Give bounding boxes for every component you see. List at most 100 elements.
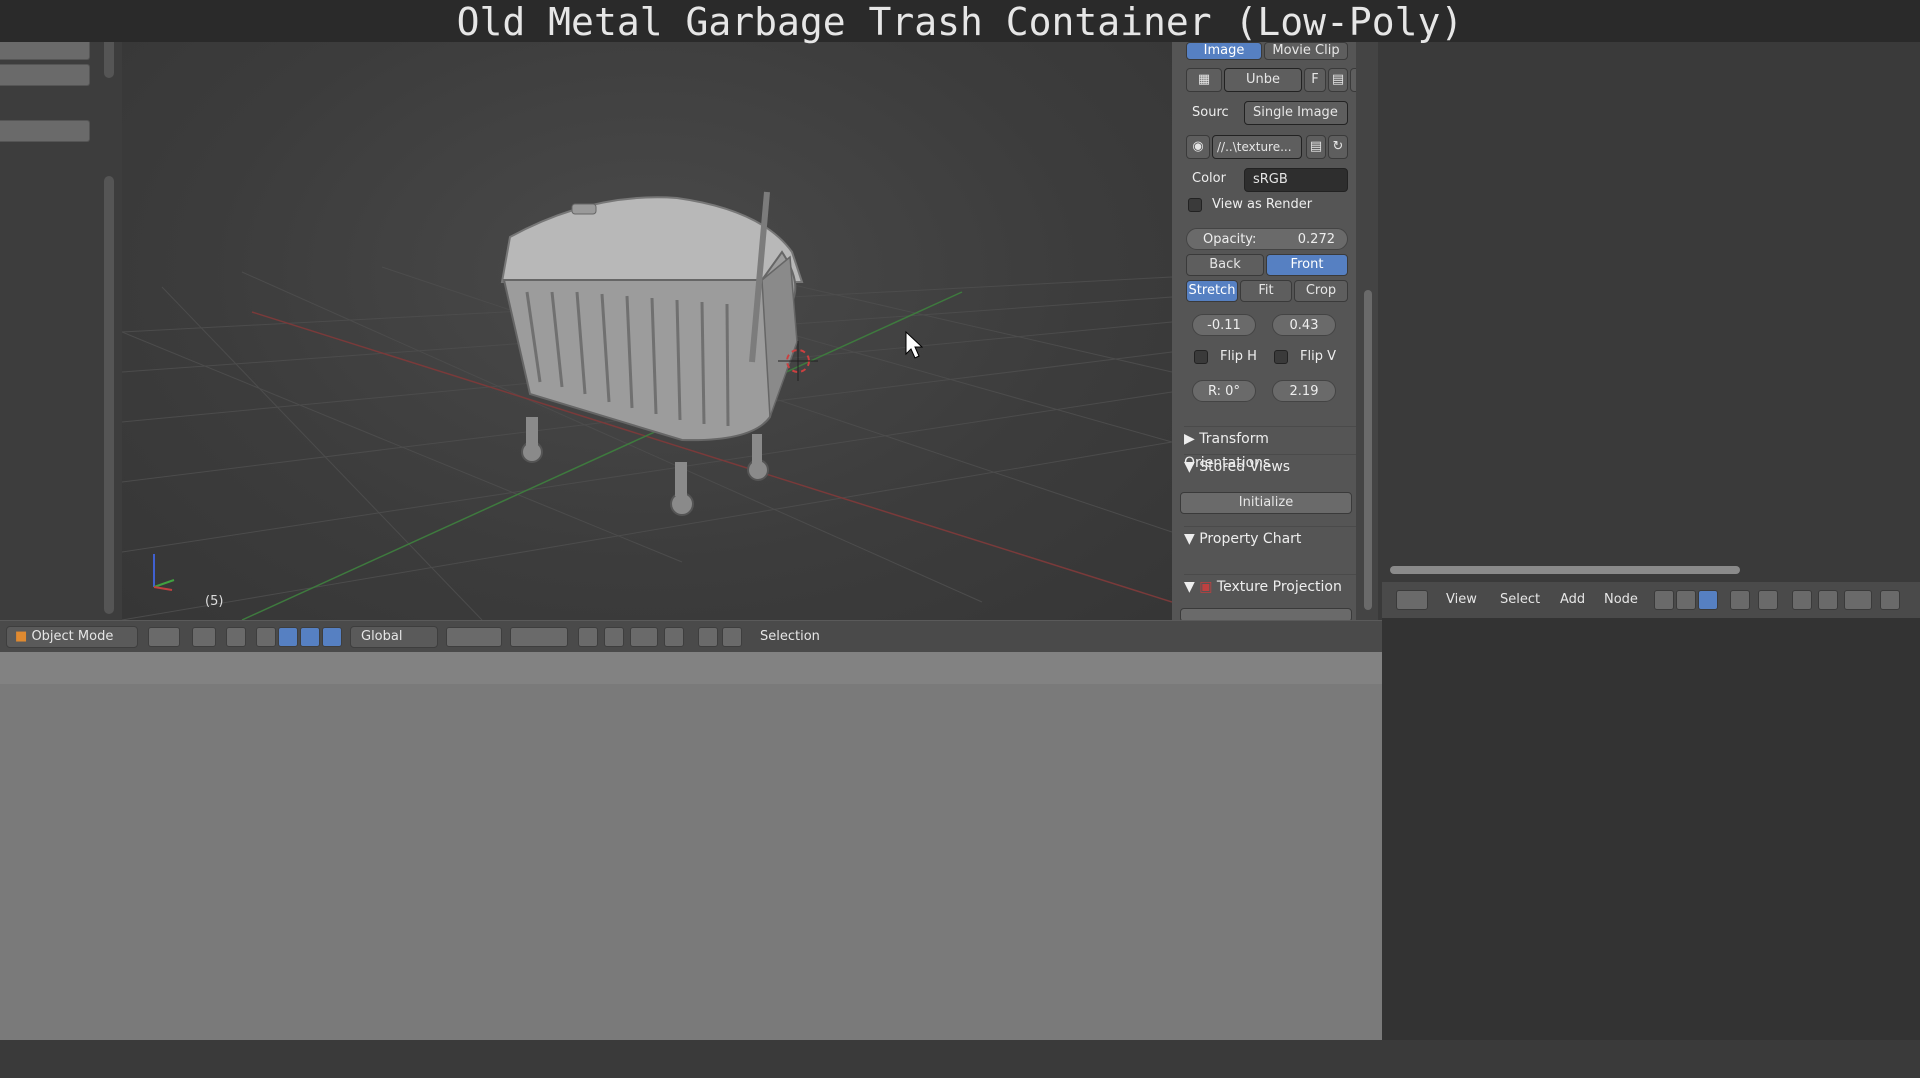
menu-view[interactable]: View	[1446, 590, 1477, 610]
bottom-strip	[0, 1040, 1920, 1078]
tool-shelf-scrollbar[interactable]	[104, 176, 114, 614]
scale-manipulator-icon[interactable]	[300, 627, 320, 647]
node-editor-area[interactable]	[1382, 42, 1920, 582]
translate-manipulator-icon[interactable]	[256, 627, 276, 647]
stored-views-header[interactable]: ▼ Stored Views	[1184, 454, 1356, 479]
view-as-render-label: View as Render	[1212, 197, 1313, 212]
axis-gizmo-icon	[153, 554, 175, 591]
opacity-slider[interactable]: Opacity: 0.272	[1186, 228, 1348, 250]
color-space-dropdown[interactable]: sRGB	[1244, 168, 1348, 192]
pin-icon[interactable]	[1758, 590, 1778, 610]
viewport-scene	[122, 191, 1172, 620]
flip-v-checkbox[interactable]	[1274, 350, 1288, 364]
front-button[interactable]: Front	[1266, 254, 1348, 276]
flip-h-label: Flip H	[1220, 349, 1257, 364]
editor-type-icon[interactable]	[1396, 590, 1428, 610]
mouse-pointer-icon	[905, 330, 924, 359]
tab-image[interactable]: Image	[1186, 42, 1262, 60]
orientation-dropdown[interactable]: Global	[350, 626, 438, 648]
source-label: Sourc	[1192, 105, 1229, 120]
tool-shelf	[0, 0, 122, 620]
transform-orientation-icon[interactable]	[322, 627, 342, 647]
tool-shelf-button[interactable]	[0, 64, 90, 86]
shader-nodes-icon[interactable]	[1654, 590, 1674, 610]
node-editor-scrollbar[interactable]	[1390, 566, 1740, 574]
reload-icon[interactable]: ↻	[1328, 135, 1348, 159]
properties-panel: Image Movie Clip ▦ Unbe F ▤ ✕ Sourc Sing…	[1172, 42, 1356, 620]
size-field[interactable]: 2.19	[1272, 380, 1336, 402]
image-browse-icon[interactable]: ▦	[1186, 68, 1222, 92]
copy-icon[interactable]	[1880, 590, 1900, 610]
property-chart-header[interactable]: ▼ Property Chart	[1184, 526, 1356, 551]
tab-movie-clip[interactable]: Movie Clip	[1264, 42, 1348, 60]
layers-grid-icon[interactable]	[446, 627, 502, 647]
tool-shelf-button[interactable]	[0, 120, 90, 142]
texture-nodes-icon[interactable]	[1676, 590, 1696, 610]
back-button[interactable]: Back	[1186, 254, 1264, 276]
menu-node[interactable]: Node	[1604, 590, 1638, 610]
texture-projection-button[interactable]	[1180, 608, 1352, 620]
opengl-render-icon[interactable]	[698, 627, 718, 647]
use-nodes-icon[interactable]	[1730, 590, 1750, 610]
expanded-arrow-icon: ▼	[1184, 579, 1195, 595]
lower-editor-header	[0, 652, 1382, 684]
mode-label: Object Mode	[31, 629, 114, 644]
backdrop-icon[interactable]	[1792, 590, 1812, 610]
color-space-label: Color	[1192, 171, 1226, 186]
texture-projection-label: Texture Projection	[1216, 579, 1342, 595]
stretch-button[interactable]: Stretch	[1186, 280, 1238, 302]
object-mode-icon: ■	[15, 629, 28, 644]
expanded-arrow-icon: ▼	[1184, 459, 1195, 475]
snap-element-icon[interactable]	[630, 627, 658, 647]
fit-button[interactable]: Fit	[1240, 280, 1292, 302]
open-image-icon[interactable]: ▤	[1328, 68, 1348, 92]
texture-projection-icon: ▣	[1199, 579, 1213, 595]
frame-indicator: (5)	[205, 594, 224, 609]
compositing-nodes-icon[interactable]	[1698, 590, 1718, 610]
offset-x-field[interactable]: -0.11	[1192, 314, 1256, 336]
manipulator-icon[interactable]	[226, 627, 246, 647]
file-browse-icon[interactable]: ▤	[1306, 135, 1326, 159]
rotate-manipulator-icon[interactable]	[278, 627, 298, 647]
menu-add[interactable]: Add	[1560, 590, 1585, 610]
view-as-render-checkbox[interactable]	[1188, 198, 1202, 212]
rotation-field[interactable]: R: 0°	[1192, 380, 1256, 402]
initialize-button[interactable]: Initialize	[1180, 492, 1352, 514]
selection-label: Selection	[760, 629, 820, 644]
window-title: Old Metal Garbage Trash Container (Low-P…	[0, 0, 1920, 44]
image-name-field[interactable]: Unbe	[1224, 68, 1302, 92]
crop-button[interactable]: Crop	[1294, 280, 1348, 302]
image-pack-icon[interactable]: ◉	[1186, 135, 1210, 159]
mode-dropdown[interactable]: ■ Object Mode	[6, 626, 138, 648]
trash-container-model[interactable]	[500, 191, 804, 516]
opacity-label: Opacity:	[1203, 232, 1257, 247]
opengl-animation-icon[interactable]	[722, 627, 742, 647]
opacity-value: 0.272	[1297, 232, 1335, 247]
3d-viewport[interactable]	[122, 42, 1172, 620]
fake-user-button[interactable]: F	[1304, 68, 1326, 92]
filepath-field[interactable]: //..\texture...	[1212, 135, 1302, 159]
collapsed-arrow-icon: ▶	[1184, 431, 1195, 447]
layers-grid-icon[interactable]	[510, 627, 568, 647]
stored-views-label: Stored Views	[1199, 459, 1291, 475]
node-editor-lower-area[interactable]	[1382, 618, 1920, 1040]
expanded-arrow-icon: ▼	[1184, 531, 1195, 547]
pivot-point-icon[interactable]	[192, 627, 216, 647]
node-editor-toolbar: View Select Add Node	[1382, 582, 1920, 618]
offset-y-field[interactable]: 0.43	[1272, 314, 1336, 336]
snap-target-icon[interactable]	[664, 627, 684, 647]
flip-h-checkbox[interactable]	[1194, 350, 1208, 364]
viewport-header: ■ Object Mode Global Selection	[0, 620, 1382, 652]
property-chart-label: Property Chart	[1199, 531, 1302, 547]
viewport-shading-icon[interactable]	[148, 627, 180, 647]
menu-select[interactable]: Select	[1500, 590, 1540, 610]
flip-v-label: Flip V	[1300, 349, 1336, 364]
lower-editor-area[interactable]	[0, 652, 1382, 1040]
texture-projection-header[interactable]: ▼ ▣ Texture Projection	[1184, 574, 1356, 599]
properties-scrollbar[interactable]	[1364, 290, 1372, 610]
snap-element-icon[interactable]	[1844, 590, 1872, 610]
snap-icon[interactable]	[1818, 590, 1838, 610]
proportional-edit-icon[interactable]	[604, 627, 624, 647]
source-dropdown[interactable]: Single Image	[1244, 101, 1348, 125]
lock-layer-icon[interactable]	[578, 627, 598, 647]
